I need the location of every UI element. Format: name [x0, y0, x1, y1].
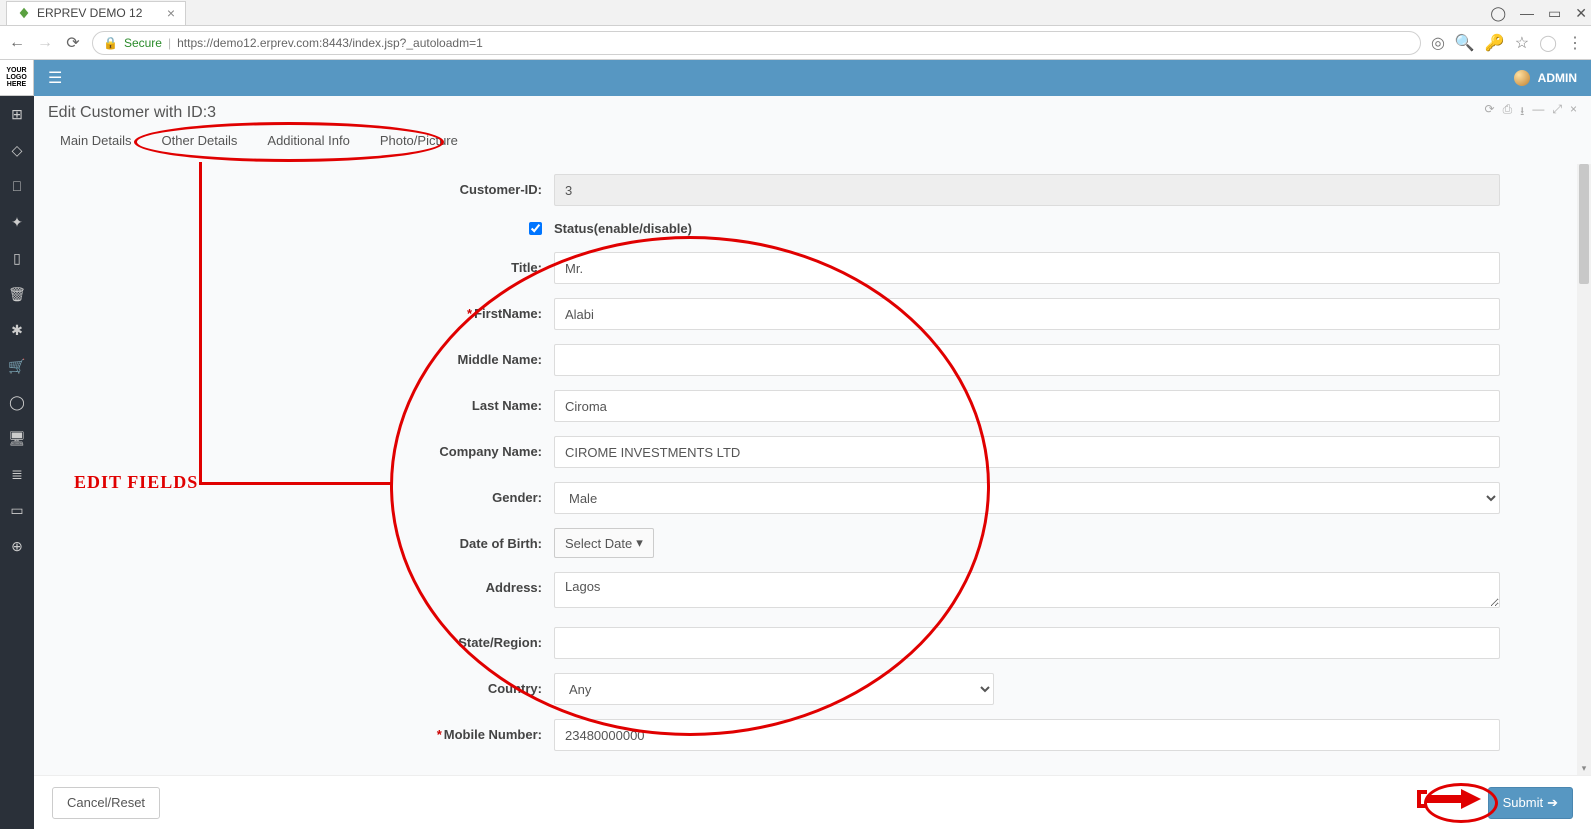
- label-dob: Date of Birth:: [34, 528, 554, 551]
- browser-toolbar: ← → ⟳ 🔒 Secure | https://demo12.erprev.c…: [0, 26, 1591, 60]
- label-country: Country:: [34, 673, 554, 696]
- label-status: Status(enable/disable): [554, 221, 692, 236]
- address-textarea[interactable]: Lagos: [554, 572, 1500, 608]
- tab-photo-picture[interactable]: Photo/Picture: [380, 133, 458, 152]
- label-middle-name: Middle Name:: [34, 344, 554, 367]
- state-region-input[interactable]: [554, 627, 1500, 659]
- last-name-input[interactable]: [554, 390, 1500, 422]
- mobile-input[interactable]: [554, 719, 1500, 751]
- secure-label: Secure: [124, 36, 162, 50]
- scroll-down-icon[interactable]: ▾: [1577, 761, 1591, 775]
- print-icon[interactable]: ⎙: [1503, 102, 1513, 123]
- app-topbar: ☰ ADMIN: [34, 60, 1591, 96]
- lock-icon: 🔒: [103, 36, 118, 50]
- label-company-name: Company Name:: [34, 436, 554, 459]
- sidebar-money-icon[interactable]: ⎕: [0, 168, 34, 204]
- addr-sep: |: [168, 36, 171, 50]
- expand-panel-icon[interactable]: ⤢: [1552, 102, 1562, 123]
- gender-select[interactable]: Male: [554, 482, 1500, 514]
- sidebar-links-icon[interactable]: ✦: [0, 204, 34, 240]
- tab-close-icon[interactable]: ×: [167, 5, 175, 21]
- window-controls: ◯ — ▭ ✕: [1490, 0, 1587, 26]
- label-last-name: Last Name:: [34, 390, 554, 413]
- close-window-icon[interactable]: ✕: [1575, 5, 1587, 22]
- dob-select-button[interactable]: Select Date ▾: [554, 528, 654, 558]
- logo: YOUR LOGO HERE: [0, 60, 34, 96]
- sidebar-dashboard-icon[interactable]: ⊞: [0, 96, 34, 132]
- form-tabs: Main Details Other Details Additional In…: [34, 123, 1591, 160]
- arrow-right-icon: ➔: [1547, 795, 1558, 811]
- logo-text: YOUR LOGO HERE: [0, 67, 33, 88]
- label-state-region: State/Region:: [34, 627, 554, 650]
- star-icon[interactable]: ☆: [1515, 33, 1529, 53]
- label-customer-id: Customer-ID:: [34, 174, 554, 197]
- menu-icon[interactable]: ⋮: [1567, 33, 1583, 53]
- sidebar: ⊞ ◇ ⎕ ✦ ▯ 🗑 ✱ 🛒 ◯ 🖥 ≣ ▭ ⊕: [0, 96, 34, 829]
- company-name-input[interactable]: [554, 436, 1500, 468]
- label-address: Address:: [34, 572, 554, 595]
- zoom-icon[interactable]: 🔍: [1455, 33, 1475, 53]
- url-text: https://demo12.erprev.com:8443/index.jsp…: [177, 36, 483, 50]
- sidebar-doc-icon[interactable]: ▯: [0, 240, 34, 276]
- maximize-icon[interactable]: ▭: [1548, 5, 1561, 22]
- sidebar-chat-icon[interactable]: ◯: [0, 384, 34, 420]
- scroll-thumb[interactable]: [1579, 164, 1589, 284]
- favicon-icon: [17, 6, 31, 20]
- refresh-icon[interactable]: ⟳: [1485, 102, 1495, 123]
- sidebar-tag-icon[interactable]: ◇: [0, 132, 34, 168]
- forward-button[interactable]: →: [36, 34, 54, 52]
- country-select[interactable]: Any: [554, 673, 994, 705]
- back-button[interactable]: ←: [8, 34, 26, 52]
- toolbar-right: ◎ 🔍 🔑 ☆ ◯ ⋮: [1431, 33, 1583, 53]
- dob-button-label: Select Date: [565, 536, 632, 551]
- user-chrome-icon[interactable]: ◯: [1490, 5, 1506, 22]
- form-area: Customer-ID: 3 Status(enable/disable) Ti…: [34, 164, 1577, 775]
- sidebar-globe-icon[interactable]: ⊕: [0, 528, 34, 564]
- vertical-scrollbar[interactable]: ▴ ▾: [1577, 164, 1591, 775]
- title-input[interactable]: [554, 252, 1500, 284]
- status-checkbox[interactable]: [529, 222, 542, 235]
- submit-button[interactable]: Submit ➔: [1488, 787, 1573, 819]
- download-icon[interactable]: ⭳: [1520, 102, 1524, 123]
- form-footer: Cancel/Reset Submit ➔: [34, 775, 1591, 829]
- browser-tab-strip: ERPREV DEMO 12 × ◯ — ▭ ✕: [0, 0, 1591, 26]
- sidebar-db-icon[interactable]: ≣: [0, 456, 34, 492]
- key-icon[interactable]: 🔑: [1485, 33, 1505, 53]
- minimize-icon[interactable]: —: [1520, 5, 1534, 21]
- tab-main-details[interactable]: Main Details: [60, 133, 132, 152]
- minimize-panel-icon[interactable]: —: [1532, 102, 1544, 123]
- sidebar-snow-icon[interactable]: ✱: [0, 312, 34, 348]
- label-mobile: Mobile Number:: [444, 727, 542, 742]
- label-gender: Gender:: [34, 482, 554, 505]
- tab-title: ERPREV DEMO 12: [37, 6, 142, 20]
- first-name-input[interactable]: [554, 298, 1500, 330]
- hamburger-icon[interactable]: ☰: [48, 68, 62, 88]
- sidebar-book-icon[interactable]: ▭: [0, 492, 34, 528]
- close-panel-icon[interactable]: ×: [1570, 102, 1577, 123]
- reload-button[interactable]: ⟳: [64, 34, 82, 52]
- target-icon[interactable]: ◎: [1431, 33, 1445, 53]
- address-bar[interactable]: 🔒 Secure | https://demo12.erprev.com:844…: [92, 31, 1421, 55]
- cancel-button[interactable]: Cancel/Reset: [52, 787, 160, 819]
- sidebar-trash-icon[interactable]: 🗑: [0, 276, 34, 312]
- tab-additional-info[interactable]: Additional Info: [267, 133, 349, 152]
- label-first-name: FirstName:: [474, 306, 542, 321]
- label-title: Title:: [34, 252, 554, 275]
- caret-down-icon: ▾: [636, 535, 643, 551]
- page-title: Edit Customer with ID:3: [48, 104, 216, 122]
- browser-tab[interactable]: ERPREV DEMO 12 ×: [6, 1, 186, 25]
- tab-other-details[interactable]: Other Details: [162, 133, 238, 152]
- submit-label: Submit: [1503, 795, 1543, 810]
- middle-name-input[interactable]: [554, 344, 1500, 376]
- field-customer-id: 3: [554, 174, 1500, 206]
- user-label[interactable]: ADMIN: [1538, 71, 1577, 85]
- avatar[interactable]: [1514, 70, 1530, 86]
- sidebar-desktop-icon[interactable]: 🖥: [0, 420, 34, 456]
- sidebar-cart-icon[interactable]: 🛒: [0, 348, 34, 384]
- panel-actions: ⟳ ⎙ ⭳ — ⤢ ×: [1485, 102, 1578, 123]
- extension-icon[interactable]: ◯: [1539, 33, 1557, 53]
